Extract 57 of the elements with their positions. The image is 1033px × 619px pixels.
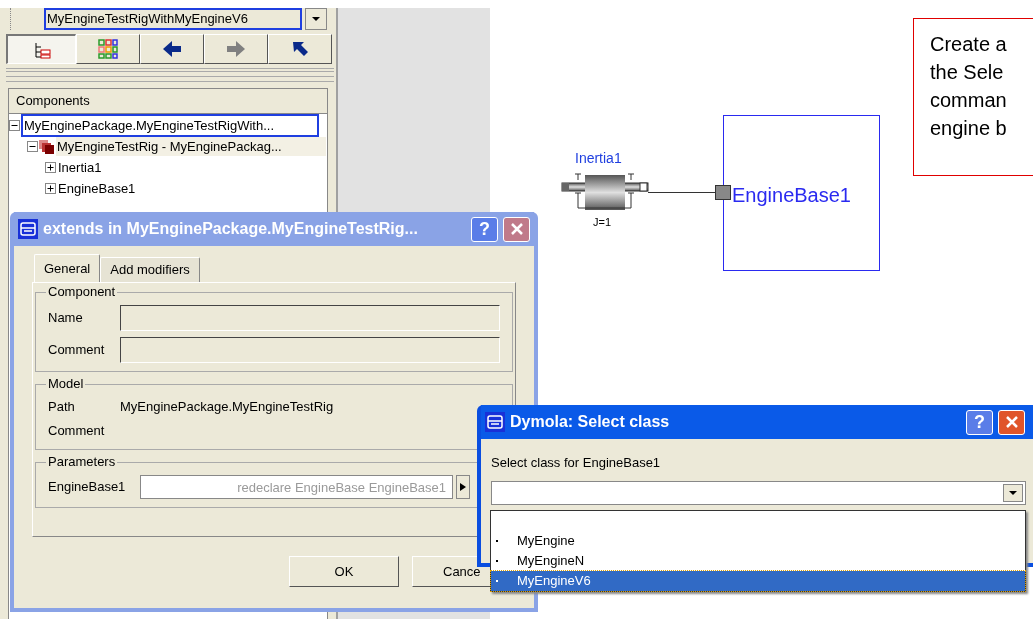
model-icon <box>39 139 54 154</box>
callout-text: Create a <box>930 32 1008 57</box>
input-field[interactable] <box>120 337 500 363</box>
field-label: Comment <box>48 422 106 441</box>
field-label: EngineBase1 <box>48 478 127 497</box>
grid-icon <box>98 39 118 59</box>
dialog-button[interactable]: OK <box>289 556 399 587</box>
tab[interactable]: General <box>34 254 101 282</box>
dropdown-button[interactable] <box>305 8 327 30</box>
window-title: extends in MyEnginePackage.MyEngineTestRig... <box>43 219 419 239</box>
column-header: Components <box>9 89 327 114</box>
expand-icon[interactable] <box>45 162 56 173</box>
close-icon <box>509 222 524 236</box>
dropdown-icon <box>1003 483 1023 502</box>
input-field[interactable] <box>120 305 500 331</box>
tree-item[interactable]: EngineBase1 <box>57 178 137 199</box>
field-label: Name <box>48 309 84 328</box>
field-label: Comment <box>48 341 106 360</box>
class-combo[interactable] <box>491 480 1026 505</box>
component-box[interactable] <box>723 115 880 271</box>
expand-icon[interactable] <box>45 183 56 194</box>
connection-line <box>648 192 715 193</box>
right-arrow-icon <box>226 40 246 58</box>
close-icon <box>1004 415 1019 429</box>
window-icon <box>18 219 38 239</box>
field-label: Path <box>48 398 76 417</box>
help-button[interactable]: ? <box>966 409 993 435</box>
connector-icon <box>715 185 731 200</box>
class-combo[interactable]: MyEngineTestRigWithMyEngineV6 <box>44 8 302 30</box>
component-label: EngineBase1 <box>732 183 851 208</box>
callout-text: the Sele <box>930 60 1005 85</box>
triangle-icon <box>460 482 466 492</box>
window-title: Dymola: Select class <box>510 412 671 432</box>
help-button[interactable]: ? <box>471 216 498 242</box>
component-label: Inertia1 <box>575 149 622 168</box>
up-left-arrow-icon <box>291 40 309 58</box>
prompt-text: Select class for EngineBase1 <box>490 454 662 472</box>
menu-button[interactable] <box>456 475 470 499</box>
group-title: Component <box>46 284 118 300</box>
tree-item[interactable]: MyEnginePackage.MyEngineTestRigWith... <box>21 113 319 138</box>
close-button[interactable] <box>503 216 530 242</box>
field-value: MyEnginePackage.MyEngineTestRig <box>120 398 334 417</box>
left-arrow-icon <box>162 40 182 58</box>
tree-item[interactable]: MyEngineTestRig - MyEnginePackag... <box>56 136 326 157</box>
list-option[interactable]: MyEngineV6 <box>491 571 1025 591</box>
tree-icon <box>32 40 51 59</box>
collapse-icon[interactable] <box>27 141 38 152</box>
collapse-icon[interactable] <box>9 120 20 131</box>
list-option[interactable]: MyEngine <box>491 531 1025 551</box>
tab[interactable]: Add modifiers <box>100 257 200 282</box>
callout-text: comman <box>930 88 1008 113</box>
callout-text: engine b <box>930 116 1008 141</box>
parameter-label: J=1 <box>593 215 612 230</box>
window-icon <box>485 412 505 432</box>
close-button[interactable] <box>998 409 1025 435</box>
input-field[interactable]: redeclare EngineBase EngineBase1 <box>140 475 453 499</box>
tree-item[interactable]: Inertia1 <box>57 157 103 178</box>
